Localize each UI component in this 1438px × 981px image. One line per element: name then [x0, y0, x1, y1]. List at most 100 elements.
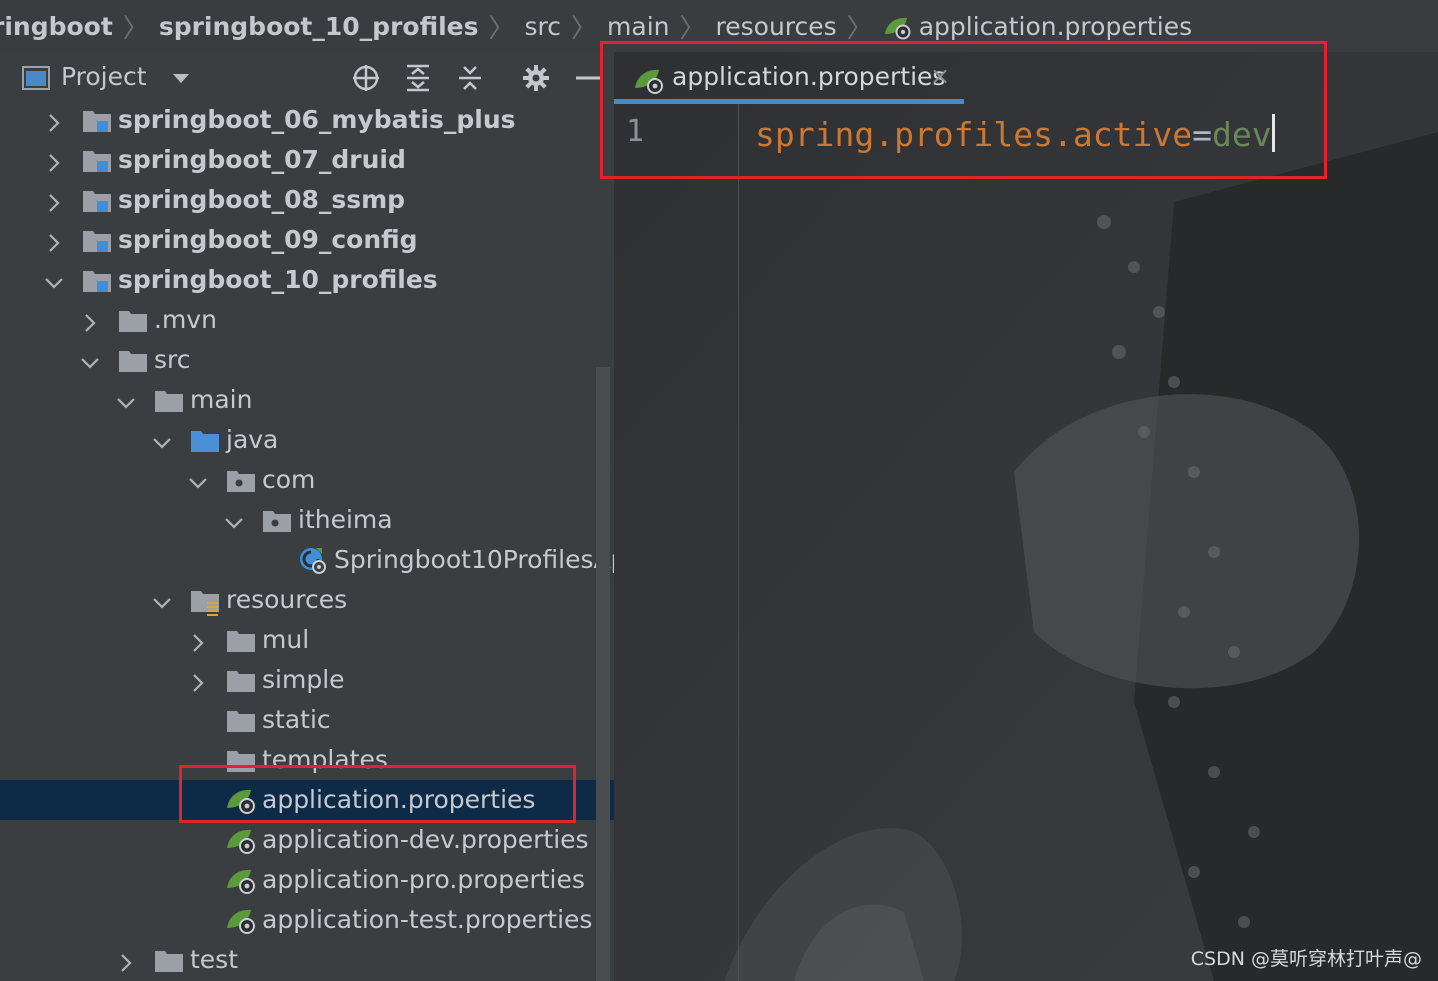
gear-icon[interactable] [520, 62, 552, 94]
tree-item-label: .mvn [154, 305, 217, 334]
tree-item-label: com [262, 465, 316, 494]
chevron-down-icon[interactable] [80, 350, 100, 370]
tree-item-label: application-test.properties [262, 905, 593, 934]
tree-item-source-root[interactable]: java [0, 420, 614, 460]
chevron-right-icon[interactable] [188, 630, 208, 652]
tree-item-label: springboot_10_profiles [118, 265, 438, 294]
breadcrumb-item-resources[interactable]: resources [716, 12, 837, 41]
source-folder-icon [190, 428, 220, 460]
chevron-down-icon[interactable] [116, 390, 136, 410]
breadcrumb-separator-icon: 〉 [679, 13, 706, 44]
module-folder-icon [82, 268, 112, 300]
breadcrumb-separator-icon: 〉 [846, 13, 873, 44]
folder-icon [226, 668, 256, 700]
breadcrumb-item-project[interactable]: ringboot [0, 12, 113, 41]
breadcrumb: ringboot 〉 springboot_10_profiles 〉 src … [0, 0, 1438, 53]
breadcrumb-separator-icon: 〉 [571, 13, 598, 44]
folder-icon [154, 388, 184, 420]
tree-item-file[interactable]: application-dev.properties [0, 820, 614, 860]
property-separator: = [1192, 115, 1212, 154]
hide-icon[interactable] [572, 62, 604, 94]
folder-icon [154, 948, 184, 980]
chevron-down-icon[interactable] [44, 270, 64, 290]
active-tab-indicator [614, 99, 964, 104]
chevron-right-icon[interactable] [44, 110, 64, 132]
spring-properties-icon [226, 786, 258, 820]
folder-icon [118, 348, 148, 380]
tree-item-label: springboot_09_config [118, 225, 418, 254]
collapse-all-icon[interactable] [454, 62, 486, 94]
tree-item-label: application-pro.properties [262, 865, 585, 894]
line-number: 1 [626, 114, 645, 149]
tree-item-module[interactable]: springboot_06_mybatis_plus [0, 100, 614, 140]
editor-area[interactable]: application.properties × 1 spring.profil… [614, 52, 1438, 981]
chevron-down-icon[interactable] [152, 430, 172, 450]
tree-item-folder[interactable]: .mvn [0, 300, 614, 340]
tree-item-label: java [226, 425, 279, 454]
tree-item-package[interactable]: com [0, 460, 614, 500]
chevron-right-icon[interactable] [188, 670, 208, 692]
tree-item-folder[interactable]: main [0, 380, 614, 420]
tab-label: application.properties [672, 62, 946, 91]
tree-item-folder[interactable]: src [0, 340, 614, 380]
breadcrumb-item-file[interactable]: application.properties [919, 12, 1192, 41]
tree-item-label: simple [262, 665, 345, 694]
tree-item-label: templates [262, 745, 388, 774]
project-toolbar: Project [0, 52, 614, 104]
chevron-right-icon[interactable] [44, 230, 64, 252]
tree-item-label: static [262, 705, 331, 734]
spring-properties-icon [883, 14, 911, 40]
breadcrumb-item-src[interactable]: src [525, 12, 562, 41]
tree-item-folder[interactable]: static [0, 700, 614, 740]
property-key: spring.profiles.active [755, 115, 1193, 154]
breadcrumb-item-main[interactable]: main [607, 12, 669, 41]
tree-item-file[interactable]: application-test.properties [0, 900, 614, 940]
tab-application-properties[interactable]: application.properties × [614, 52, 964, 104]
tree-scrollbar[interactable] [596, 367, 610, 981]
chevron-right-icon[interactable] [116, 950, 136, 972]
chevron-down-icon[interactable] [224, 510, 244, 530]
tree-item-module[interactable]: springboot_09_config [0, 220, 614, 260]
chevron-down-icon[interactable] [172, 70, 190, 89]
text-caret [1271, 114, 1275, 152]
editor-tab-bar: application.properties × [614, 52, 1438, 104]
tree-item-resources-root[interactable]: resources [0, 580, 614, 620]
tree-item-folder[interactable]: mul [0, 620, 614, 660]
tree-item-file[interactable]: application-pro.properties [0, 860, 614, 900]
chevron-right-icon[interactable] [44, 190, 64, 212]
spring-properties-icon [226, 826, 258, 860]
chevron-down-icon[interactable] [152, 590, 172, 610]
code-line[interactable]: spring.profiles.active=dev [755, 114, 1275, 154]
chevron-right-icon[interactable] [80, 310, 100, 332]
breadcrumb-item-module[interactable]: springboot_10_profiles [159, 12, 479, 41]
chevron-down-icon[interactable] [188, 470, 208, 490]
tree-item-module[interactable]: springboot_07_druid [0, 140, 614, 180]
tree-item-class[interactable]: Springboot10ProfilesApplication [0, 540, 614, 580]
tree-item-folder[interactable]: test [0, 940, 614, 980]
tree-item-module[interactable]: springboot_08_ssmp [0, 180, 614, 220]
locate-icon[interactable] [350, 62, 382, 94]
tree-item-file-selected[interactable]: application.properties [0, 780, 614, 820]
package-icon [262, 508, 292, 540]
spring-properties-icon [634, 66, 666, 98]
breadcrumb-separator-icon: 〉 [488, 13, 515, 44]
tree-item-label: src [154, 345, 191, 374]
tree-item-label: mul [262, 625, 310, 654]
chevron-right-icon[interactable] [44, 150, 64, 172]
tree-item-folder[interactable]: simple [0, 660, 614, 700]
module-folder-icon [82, 188, 112, 220]
tree-item-label: itheima [298, 505, 393, 534]
expand-all-icon[interactable] [402, 62, 434, 94]
folder-icon [118, 308, 148, 340]
property-value: dev [1211, 115, 1272, 154]
tree-item-package[interactable]: itheima [0, 500, 614, 540]
module-folder-icon [82, 228, 112, 260]
tree-item-label: resources [226, 585, 348, 614]
tree-item-folder[interactable]: templates [0, 740, 614, 780]
tree-item-module[interactable]: springboot_10_profiles [0, 260, 614, 300]
tree-item-label: application.properties [262, 785, 536, 814]
tree-item-label: springboot_08_ssmp [118, 185, 406, 214]
tree-item-label: main [190, 385, 253, 414]
close-icon[interactable]: × [930, 62, 950, 90]
project-view-selector[interactable]: Project [61, 62, 147, 91]
